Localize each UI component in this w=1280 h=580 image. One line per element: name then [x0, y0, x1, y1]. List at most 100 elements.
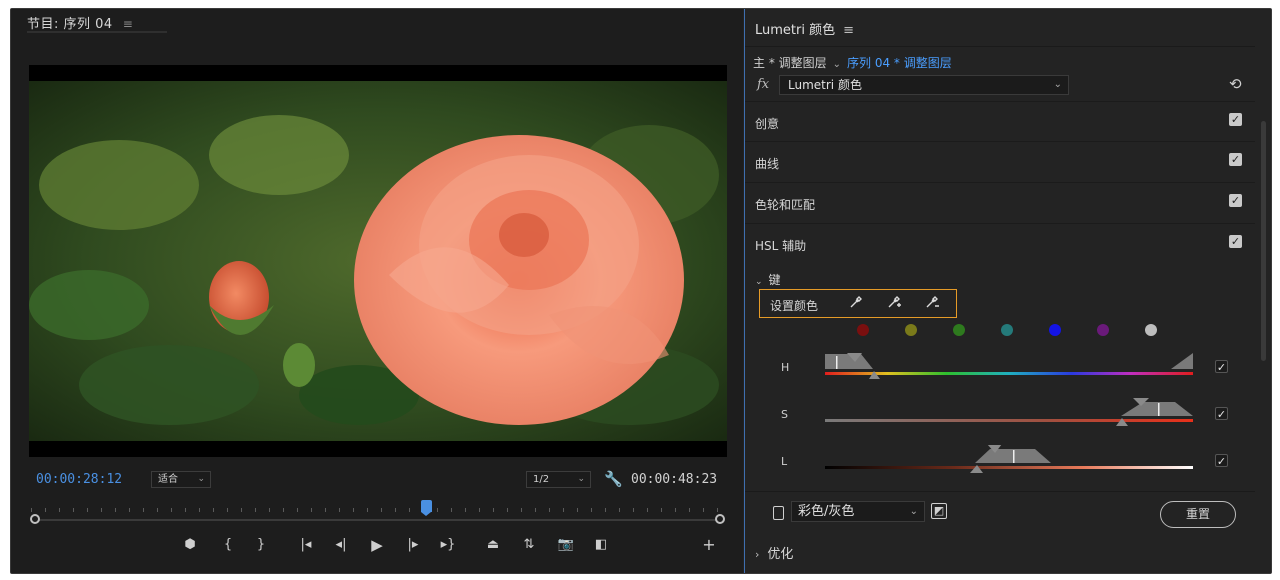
color-swatch-red[interactable] — [857, 324, 869, 336]
mark-out-icon[interactable]: } — [249, 535, 273, 555]
lumetri-title-text: Lumetri 颜色 — [755, 23, 836, 38]
divider — [745, 46, 1255, 47]
breadcrumb: 主 * 调整图层 ⌄ 序列 04 * 调整图层 — [753, 54, 952, 71]
breadcrumb-master[interactable]: 主 * 调整图层 — [753, 56, 827, 70]
hamburger-icon[interactable]: ≡ — [843, 23, 854, 38]
add-button-icon[interactable]: + — [697, 535, 721, 555]
set-color-group: 设置颜色 — [759, 289, 957, 318]
rose-video-frame — [29, 65, 727, 457]
playhead[interactable] — [420, 500, 432, 516]
section-label: 创意 — [755, 117, 780, 131]
duration-timecode: 00:00:48:23 — [631, 472, 718, 487]
program-monitor: 节目: 序列 04 ≡ 00:00:28:12 适合 ⌄ 1/2 ⌄ 🔧 00:… — [11, 9, 743, 573]
breadcrumb-active[interactable]: 序列 04 * 调整图层 — [847, 56, 952, 70]
zoom-level-value: 适合 — [158, 474, 178, 485]
slider-label: S — [781, 408, 788, 421]
panel-scrollbar[interactable] — [1261, 121, 1266, 361]
play-icon[interactable]: ▶ — [365, 535, 389, 555]
luminance-slider-graphic[interactable] — [825, 445, 1205, 479]
section-curves[interactable]: 曲线 ✓ — [745, 141, 1255, 181]
zoom-level-select[interactable]: 适合 ⌄ — [151, 471, 211, 488]
section-label: HSL 辅助 — [755, 239, 807, 253]
time-ruler[interactable] — [31, 502, 721, 518]
eyedropper-icon[interactable] — [848, 295, 864, 311]
key-label: 键 — [768, 273, 781, 287]
tab-underline — [27, 31, 167, 33]
chevron-down-icon[interactable]: ⌄ — [833, 59, 841, 70]
section-color-wheels[interactable]: 色轮和匹配 ✓ — [745, 182, 1255, 222]
app-window: 节目: 序列 04 ≡ 00:00:28:12 适合 ⌄ 1/2 ⌄ 🔧 00:… — [10, 8, 1272, 574]
hue-slider-graphic[interactable] — [825, 351, 1205, 385]
slider-label: L — [781, 455, 788, 468]
eyedropper-subtract-icon[interactable] — [924, 295, 940, 311]
wrench-icon[interactable]: 🔧 — [604, 470, 623, 488]
color-swatch-blue[interactable] — [1049, 324, 1061, 336]
out-point-handle[interactable] — [715, 514, 725, 524]
enable-checkbox[interactable]: ✓ — [1229, 194, 1242, 207]
playback-resolution-select[interactable]: 1/2 ⌄ — [526, 471, 591, 488]
color-swatch-magenta[interactable] — [1097, 324, 1109, 336]
chevron-down-icon: ⌄ — [909, 506, 918, 517]
divider — [745, 491, 1255, 492]
monitor-title[interactable]: 节目: 序列 04 ≡ — [27, 13, 133, 32]
scrub-bar[interactable] — [35, 519, 721, 521]
monitor-timecode-bar: 00:00:28:12 适合 ⌄ 1/2 ⌄ 🔧 00:00:48:23 — [11, 469, 743, 491]
playback-resolution-value: 1/2 — [533, 474, 550, 485]
color-swatch-cyan[interactable] — [1001, 324, 1013, 336]
color-swatch-gray[interactable] — [1145, 324, 1157, 336]
in-point-handle[interactable] — [30, 514, 40, 524]
step-forward-icon[interactable]: |▸ — [401, 535, 425, 555]
lumetri-panel-title[interactable]: Lumetri 颜色 ≡ — [755, 19, 854, 38]
invert-mask-icon[interactable]: ◩ — [931, 503, 947, 519]
hue-range-slider[interactable]: H ✓ — [745, 351, 1255, 391]
transport-controls: ⬢ { } |◂ ◂| ▶ |▸ ▸} ⏏ ⇅ 📷 ◧ + — [11, 535, 743, 555]
saturation-range-slider[interactable]: S ✓ — [745, 398, 1255, 438]
enable-checkbox[interactable]: ✓ — [1229, 113, 1242, 126]
export-frame-icon[interactable]: 📷 — [554, 535, 578, 555]
extract-icon[interactable]: ⇅ — [517, 535, 541, 555]
mask-display-value: 彩色/灰色 — [798, 504, 855, 519]
lumetri-color-panel: Lumetri 颜色 ≡ 主 * 调整图层 ⌄ 序列 04 * 调整图层 fx Lum… — [745, 9, 1271, 573]
enable-checkbox[interactable]: ✓ — [1229, 153, 1242, 166]
luminance-range-slider[interactable]: L ✓ — [745, 445, 1255, 485]
chevron-down-icon: ⌄ — [755, 277, 763, 287]
lift-icon[interactable]: ⏏ — [481, 535, 505, 555]
go-to-out-icon[interactable]: ▸} — [436, 535, 460, 555]
video-preview — [29, 65, 727, 457]
color-swatch-yellow[interactable] — [905, 324, 917, 336]
luminance-enable-checkbox[interactable]: ✓ — [1215, 454, 1228, 468]
step-back-icon[interactable]: ◂| — [329, 535, 353, 555]
section-hsl-secondary[interactable]: HSL 辅助 ✓ — [745, 223, 1255, 263]
comparison-view-icon[interactable]: ◧ — [589, 535, 613, 555]
monitor-title-text: 节目: 序列 04 — [27, 17, 113, 32]
effect-select-value: Lumetri 颜色 — [788, 78, 862, 92]
saturation-enable-checkbox[interactable]: ✓ — [1215, 407, 1228, 421]
refine-label: 优化 — [767, 547, 794, 562]
color-swatch-green[interactable] — [953, 324, 965, 336]
add-marker-icon[interactable]: ⬢ — [178, 535, 202, 555]
show-mask-toggle-icon[interactable] — [773, 506, 784, 520]
eyedropper-add-icon[interactable] — [886, 295, 902, 311]
set-color-label: 设置颜色 — [770, 299, 819, 313]
chevron-right-icon: › — [755, 548, 760, 561]
effect-select[interactable]: Lumetri 颜色 ⌄ — [779, 75, 1069, 95]
hue-enable-checkbox[interactable]: ✓ — [1215, 360, 1228, 374]
section-label: 色轮和匹配 — [755, 198, 816, 212]
current-timecode[interactable]: 00:00:28:12 — [36, 472, 122, 487]
reset-button[interactable]: 重置 — [1160, 501, 1236, 528]
go-to-in-icon[interactable]: |◂ — [294, 535, 318, 555]
fx-badge[interactable]: fx — [757, 77, 769, 92]
refine-section-toggle[interactable]: › 优化 — [755, 543, 793, 562]
mark-in-icon[interactable]: { — [216, 535, 240, 555]
section-label: 曲线 — [755, 157, 780, 171]
chevron-down-icon: ⌄ — [1053, 79, 1062, 90]
chevron-down-icon: ⌄ — [197, 474, 205, 484]
chevron-down-icon: ⌄ — [577, 474, 585, 484]
mask-display-select[interactable]: 彩色/灰色 ⌄ — [791, 501, 925, 522]
section-creative[interactable]: 创意 ✓ — [745, 101, 1255, 141]
hamburger-icon[interactable]: ≡ — [123, 17, 134, 31]
reset-effect-icon[interactable]: ⟲ — [1229, 75, 1242, 93]
saturation-slider-graphic[interactable] — [825, 398, 1205, 432]
enable-checkbox[interactable]: ✓ — [1229, 235, 1242, 248]
key-subsection-toggle[interactable]: ⌄ 键 — [755, 271, 781, 288]
